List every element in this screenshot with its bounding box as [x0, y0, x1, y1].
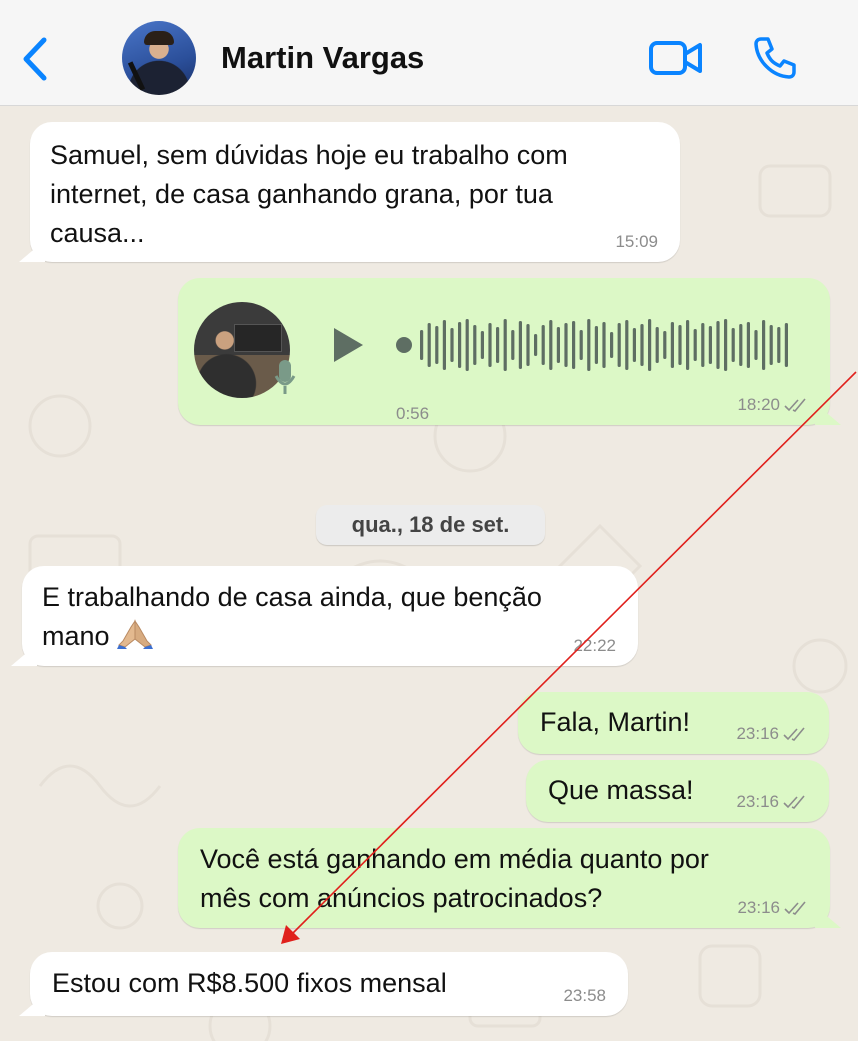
waveform-bar: [518, 321, 522, 369]
message-time: 22:22: [573, 636, 616, 655]
message-time: 23:58: [563, 986, 606, 1005]
message-meta: 15:09: [615, 232, 658, 252]
voice-duration: 0:56: [396, 404, 430, 423]
waveform-bar: [731, 328, 735, 362]
message-incoming[interactable]: Samuel, sem dúvidas hoje eu trabalho com…: [30, 122, 680, 262]
waveform-bar: [610, 332, 614, 358]
message-text: Samuel, sem dúvidas hoje eu trabalho com…: [50, 140, 568, 248]
waveform-bar: [549, 320, 553, 370]
waveform-bar: [602, 322, 606, 368]
waveform-bar: [617, 323, 621, 367]
message-meta: 23:16: [737, 898, 808, 918]
waveform-bar: [686, 320, 690, 370]
waveform-bar: [784, 323, 788, 367]
waveform-bar: [655, 327, 659, 363]
waveform-bar: [526, 324, 530, 366]
waveform-bar: [458, 322, 462, 368]
play-icon[interactable]: [330, 325, 366, 365]
waveform-bar: [716, 321, 720, 369]
waveform-bar: [670, 322, 674, 368]
double-check-icon: [784, 398, 806, 412]
waveform-bar: [480, 331, 484, 359]
waveform-bar: [420, 330, 424, 360]
waveform-bar: [724, 319, 728, 371]
message-meta: 23:16: [736, 792, 807, 812]
folded-hands-emoji-icon: [117, 619, 154, 649]
waveform-scrubber[interactable]: [396, 337, 412, 353]
message-text: Estou com R$8.500 fixos mensal: [52, 968, 447, 998]
voice-message-outgoing[interactable]: 0:56 18:20: [178, 278, 830, 425]
double-check-icon: [783, 727, 805, 741]
audio-waveform[interactable]: [396, 316, 796, 374]
waveform-bar: [632, 328, 636, 362]
message-time: 18:20: [737, 395, 780, 414]
waveform-bar: [739, 324, 743, 366]
waveform-bar: [708, 326, 712, 364]
waveform-bar: [587, 319, 591, 371]
chat-wallpaper: Samuel, sem dúvidas hoje eu trabalho com…: [0, 106, 858, 1041]
message-meta: 23:58: [563, 986, 606, 1006]
waveform-bar: [579, 330, 583, 360]
waveform-bar: [663, 331, 667, 359]
message-outgoing[interactable]: Fala, Martin! 23:16: [518, 692, 829, 754]
message-meta: 22:22: [573, 636, 616, 656]
message-meta: 18:20: [737, 395, 808, 415]
chevron-left-icon[interactable]: [20, 36, 50, 82]
waveform-bar: [488, 323, 492, 367]
waveform-bar: [534, 334, 538, 356]
waveform-bar: [556, 327, 560, 363]
waveform-bar: [572, 321, 576, 369]
message-incoming[interactable]: E trabalhando de casa ainda, que benção …: [22, 566, 638, 666]
waveform-bar: [450, 328, 454, 362]
message-meta: 23:16: [736, 724, 807, 744]
waveform-bar: [769, 325, 773, 365]
waveform-bar: [503, 319, 507, 371]
waveform-bar: [496, 327, 500, 363]
contact-avatar[interactable]: [122, 21, 196, 95]
waveform-bar: [693, 329, 697, 361]
phone-icon[interactable]: [752, 35, 798, 81]
message-time: 15:09: [615, 232, 658, 251]
message-time: 23:16: [736, 724, 779, 743]
waveform-bar: [640, 324, 644, 366]
waveform-bar: [701, 323, 705, 367]
date-separator: qua., 18 de set.: [316, 505, 545, 545]
waveform-bar: [473, 325, 477, 365]
double-check-icon: [783, 795, 805, 809]
message-outgoing[interactable]: Que massa! 23:16: [526, 760, 829, 822]
waveform-bar: [746, 322, 750, 368]
chat-header: Martin Vargas: [0, 0, 858, 106]
waveform-bar: [777, 327, 781, 363]
message-incoming[interactable]: Estou com R$8.500 fixos mensal 23:58: [30, 952, 628, 1016]
waveform-bar: [762, 320, 766, 370]
microphone-icon: [274, 360, 296, 394]
waveform-bar: [564, 323, 568, 367]
waveform-bar: [442, 320, 446, 370]
waveform-bar: [427, 323, 431, 367]
waveform-bar: [648, 319, 652, 371]
message-time: 23:16: [736, 792, 779, 811]
waveform-bar: [678, 325, 682, 365]
message-outgoing[interactable]: Você está ganhando em média quanto por m…: [178, 828, 830, 928]
waveform-bar: [594, 326, 598, 364]
waveform-bar: [511, 330, 515, 360]
waveform-bar: [465, 319, 469, 371]
message-text: E trabalhando de casa ainda, que benção …: [42, 578, 618, 656]
waveform-bar: [754, 330, 758, 360]
message-time: 23:16: [737, 898, 780, 917]
message-text: Você está ganhando em média quanto por m…: [200, 844, 709, 913]
waveform-bar: [435, 326, 439, 364]
video-camera-icon[interactable]: [648, 38, 704, 78]
waveform-bar: [625, 320, 629, 370]
waveform-bar: [541, 325, 545, 365]
contact-name[interactable]: Martin Vargas: [221, 40, 424, 76]
double-check-icon: [784, 901, 806, 915]
